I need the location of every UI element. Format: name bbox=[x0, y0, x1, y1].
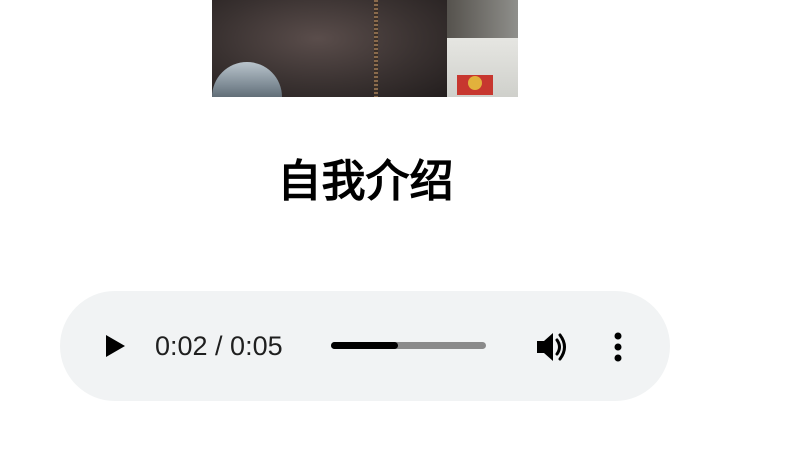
more-options-button[interactable] bbox=[610, 331, 626, 363]
volume-icon bbox=[537, 333, 566, 361]
photo-zipper-region bbox=[374, 0, 378, 97]
progress-fill bbox=[331, 342, 398, 349]
page-title: 自我介绍 bbox=[277, 156, 454, 207]
volume-button[interactable] bbox=[535, 330, 571, 364]
time-display: 0:02 / 0:05 bbox=[155, 331, 283, 361]
play-icon bbox=[106, 335, 125, 357]
more-vert-icon bbox=[614, 332, 622, 362]
progress-slider[interactable] bbox=[331, 342, 486, 349]
photo-emblem-region bbox=[468, 76, 482, 90]
photo-image bbox=[212, 0, 518, 97]
play-button[interactable] bbox=[102, 333, 128, 359]
